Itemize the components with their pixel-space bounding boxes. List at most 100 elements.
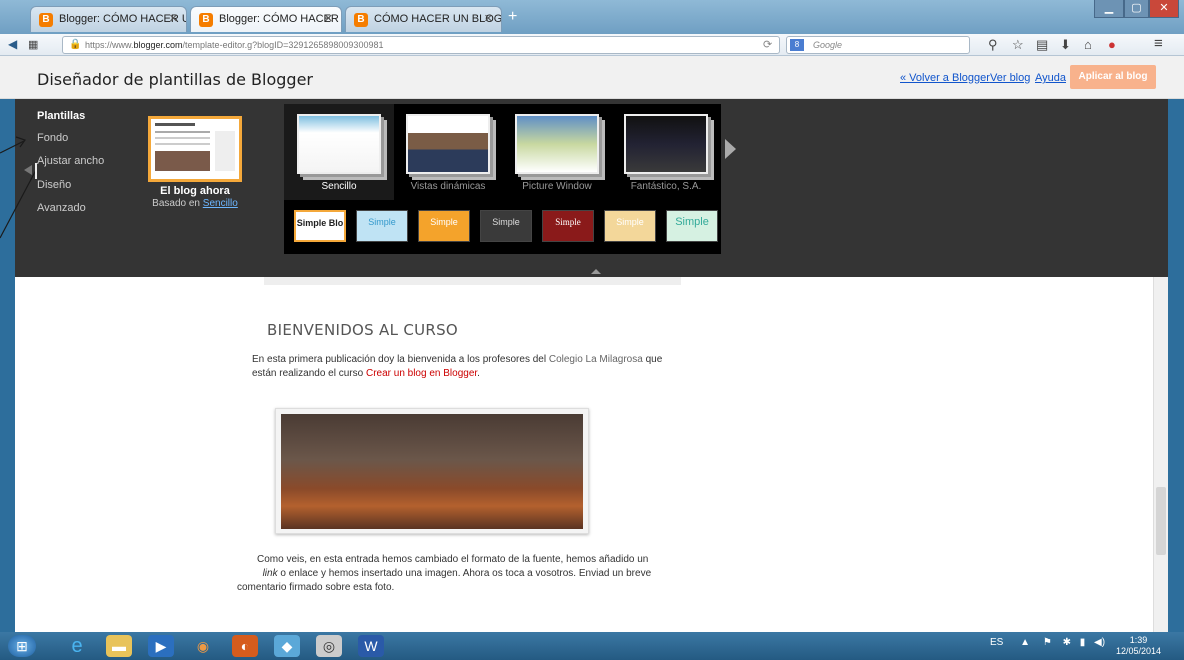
system-tray: ES ▲ ⚑ ✱ ▮ ◀) bbox=[990, 637, 1105, 648]
group-photo[interactable] bbox=[275, 408, 589, 534]
template-label-fantastico[interactable]: Fantástico, S.A. bbox=[611, 181, 721, 192]
template-label-picture-window[interactable]: Picture Window bbox=[502, 181, 612, 192]
post-intro: En esta primera publicación doy la bienv… bbox=[252, 353, 692, 381]
browser-tab-1[interactable]: B Blogger: CÓMO HACER U... ✕ bbox=[30, 6, 187, 32]
back-arrow-icon[interactable]: ◀ bbox=[8, 37, 17, 51]
blog-preview: BIENVENIDOS AL CURSO En esta primera pub… bbox=[15, 277, 1168, 632]
variant-1[interactable]: Simple Blo bbox=[294, 210, 346, 242]
close-tab-icon[interactable]: ✕ bbox=[324, 12, 333, 25]
download-icon[interactable]: ⬇ bbox=[1060, 37, 1071, 53]
start-button[interactable]: ⊞ bbox=[8, 635, 36, 657]
variant-5[interactable]: Simple bbox=[542, 210, 594, 242]
url-bar[interactable]: 🔒 https://www.blogger.com/template-edito… bbox=[62, 36, 780, 54]
blogger-icon: B bbox=[199, 13, 213, 27]
view-blog-link[interactable]: Ver blog bbox=[990, 72, 1030, 84]
browser-tab-strip: B Blogger: CÓMO HACER U... ✕ B Blogger: … bbox=[0, 0, 1184, 34]
template-variants-strip: Simple Blo Simple Simple Simple Simple S… bbox=[284, 202, 721, 254]
minimize-button[interactable]: ▁ bbox=[1094, 0, 1124, 18]
browser-toolbar: ◀ ▦ 🔒 https://www.blogger.com/template-e… bbox=[0, 34, 1184, 56]
template-label-sencillo[interactable]: Sencillo bbox=[284, 181, 394, 192]
intro-text: que bbox=[642, 354, 663, 365]
reload-icon[interactable]: ⟳ bbox=[763, 38, 772, 51]
menu-icon[interactable]: ≡ bbox=[1154, 35, 1163, 52]
blogger-icon: B bbox=[39, 13, 53, 27]
variant-2[interactable]: Simple bbox=[356, 210, 408, 242]
bookmark-star-icon[interactable]: ☆ bbox=[1012, 37, 1024, 53]
course-link[interactable]: Crear un blog en Blogger bbox=[366, 368, 477, 379]
based-on-link[interactable]: Sencillo bbox=[203, 198, 238, 209]
menu-item-templates[interactable]: Plantillas bbox=[37, 110, 85, 122]
intro-text: están realizando el curso bbox=[252, 368, 366, 379]
designer-header: Diseñador de plantillas de Blogger « Vol… bbox=[0, 56, 1184, 99]
next-templates-arrow-icon[interactable] bbox=[725, 139, 736, 159]
signal-icon[interactable]: ▮ bbox=[1080, 637, 1086, 648]
post-title: BIENVENIDOS AL CURSO bbox=[267, 321, 459, 339]
media-player-icon[interactable]: ▶ bbox=[148, 635, 174, 657]
clock[interactable]: 1:39 12/05/2014 bbox=[1116, 635, 1161, 657]
app-icon[interactable]: ◆ bbox=[274, 635, 300, 657]
search-icon[interactable]: ⚲ bbox=[988, 37, 998, 53]
volume-icon[interactable]: ◀) bbox=[1094, 637, 1105, 648]
template-label-vistas-dinamicas[interactable]: Vistas dinámicas bbox=[393, 181, 503, 192]
school-name: Colegio La Milagrosa bbox=[548, 354, 643, 365]
scrollbar[interactable] bbox=[1153, 277, 1168, 632]
flag-icon[interactable]: ⚑ bbox=[1043, 637, 1052, 648]
close-tab-icon[interactable]: ✕ bbox=[169, 12, 178, 25]
template-thumbnail-picture-window[interactable] bbox=[515, 114, 599, 174]
collapse-panel-icon[interactable] bbox=[591, 269, 601, 274]
current-blog-thumbnail[interactable] bbox=[148, 116, 242, 182]
maximize-button[interactable]: ▢ bbox=[1124, 0, 1149, 18]
page-title: Diseñador de plantillas de Blogger bbox=[37, 70, 313, 89]
chrome-icon[interactable]: ◉ bbox=[190, 635, 216, 657]
menu-item-layout[interactable]: Diseño bbox=[37, 179, 71, 191]
addon-icon[interactable]: ● bbox=[1108, 37, 1116, 52]
group-photo-image bbox=[281, 414, 583, 529]
new-tab-button[interactable]: + bbox=[508, 8, 517, 26]
screen-capture-icon[interactable]: ◎ bbox=[316, 635, 342, 657]
body-text-italic: link bbox=[262, 568, 278, 579]
clock-time: 1:39 bbox=[1129, 635, 1148, 645]
template-designer-panel: Plantillas Fondo Ajustar ancho Diseño Av… bbox=[15, 99, 1168, 277]
intro-text: . bbox=[477, 368, 480, 379]
scrollbar-thumb[interactable] bbox=[1156, 487, 1166, 555]
lock-icon: 🔒 bbox=[69, 39, 82, 50]
template-thumbnail-sencillo[interactable] bbox=[297, 114, 381, 174]
language-indicator[interactable]: ES bbox=[990, 637, 1003, 648]
post-header-strip bbox=[264, 277, 681, 285]
close-window-button[interactable]: ✕ bbox=[1149, 0, 1179, 18]
google-search-icon[interactable]: 8 bbox=[790, 39, 804, 51]
firefox-icon[interactable]: ◐ bbox=[232, 635, 258, 657]
menu-item-adjust-width[interactable]: Ajustar ancho bbox=[37, 155, 104, 167]
variant-6[interactable]: Simple bbox=[604, 210, 656, 242]
menu-item-advanced[interactable]: Avanzado bbox=[37, 202, 86, 214]
variant-3[interactable]: Simple bbox=[418, 210, 470, 242]
home-icon[interactable]: ⌂ bbox=[1084, 37, 1092, 52]
body-text: o enlace y hemos insertado una imagen. A… bbox=[277, 568, 652, 579]
variant-4[interactable]: Simple bbox=[480, 210, 532, 242]
file-explorer-icon[interactable]: ▬ bbox=[106, 635, 132, 657]
variant-7[interactable]: Simple bbox=[666, 210, 718, 242]
template-thumbnail-vistas-dinamicas[interactable] bbox=[406, 114, 490, 174]
current-blog-title: El blog ahora bbox=[160, 185, 230, 197]
search-placeholder: Google bbox=[813, 40, 843, 50]
browser-tab-2[interactable]: B Blogger: CÓMO HACER U... ✕ bbox=[190, 6, 342, 32]
bookmarks-list-icon[interactable]: ▤ bbox=[1036, 37, 1048, 53]
network-icon[interactable]: ✱ bbox=[1063, 637, 1071, 648]
tray-up-icon[interactable]: ▲ bbox=[1020, 637, 1030, 648]
menu-item-background[interactable]: Fondo bbox=[37, 132, 68, 144]
close-tab-icon[interactable]: ✕ bbox=[484, 12, 493, 25]
intro-text: En esta primera publicación doy la bienv… bbox=[252, 354, 549, 365]
post-body: Como veis, en esta entrada hemos cambiad… bbox=[257, 553, 717, 581]
windows-taskbar: ⊞ e ▬ ▶ ◉ ◐ ◆ ◎ W ES ▲ ⚑ ✱ ▮ ◀) 1:39 12/… bbox=[0, 632, 1184, 660]
identity-icon[interactable]: ▦ bbox=[28, 38, 38, 51]
back-to-blogger-link[interactable]: « Volver a Blogger bbox=[900, 72, 990, 84]
url-path: /template-editor.g?blogID=32912658980093… bbox=[182, 40, 384, 50]
help-link[interactable]: Ayuda bbox=[1035, 72, 1066, 84]
browser-tab-3[interactable]: B CÓMO HACER UN BLOG: B... ✕ bbox=[345, 6, 502, 32]
blogger-icon: B bbox=[354, 13, 368, 27]
word-icon[interactable]: W bbox=[358, 635, 384, 657]
internet-explorer-icon[interactable]: e bbox=[64, 635, 90, 657]
apply-to-blog-button[interactable]: Aplicar al blog bbox=[1070, 65, 1156, 89]
template-thumbnail-fantastico[interactable] bbox=[624, 114, 708, 174]
search-input[interactable]: 8 Google bbox=[786, 36, 970, 54]
